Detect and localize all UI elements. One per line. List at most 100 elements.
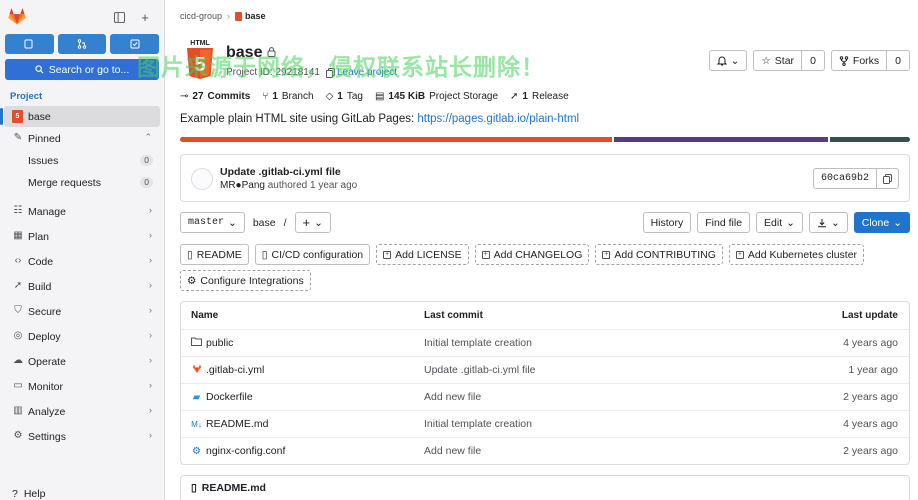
tag-label: Tag: [346, 91, 363, 102]
readme-panel-header: ▯ README.md: [180, 475, 910, 500]
forks-count[interactable]: 0: [887, 50, 910, 71]
file-name[interactable]: public: [206, 337, 233, 349]
add-license-shortcut[interactable]: + Add LICENSE: [376, 244, 469, 265]
search-button[interactable]: Search or go to...: [5, 59, 159, 80]
tag-stat[interactable]: ◇ 1 Tag: [326, 91, 363, 102]
file-name[interactable]: README.md: [206, 418, 268, 430]
language-bar-segment[interactable]: [830, 137, 910, 142]
shield-icon: ⛉: [14, 305, 22, 316]
copy-sha-button[interactable]: [877, 168, 899, 189]
storage-stat[interactable]: ▤ 145 KiB Project Storage: [375, 91, 498, 102]
repository-language-bar[interactable]: [180, 137, 910, 142]
cloud-icon: ☁: [13, 355, 23, 366]
leave-project-link[interactable]: Leave project: [337, 67, 397, 78]
plan-icon: ▦: [13, 230, 23, 241]
avatar[interactable]: [191, 168, 213, 190]
table-row[interactable]: .gitlab-ci.yml Update .gitlab-ci.yml fil…: [181, 356, 909, 383]
configure-integrations-shortcut[interactable]: ⚙ Configure Integrations: [180, 270, 311, 291]
branch-selector[interactable]: master ⌄: [180, 212, 245, 233]
add-changelog-shortcut[interactable]: + Add CHANGELOG: [474, 244, 590, 265]
language-bar-segment[interactable]: [180, 137, 612, 142]
todos-shortcut-button[interactable]: [110, 34, 160, 54]
star-button[interactable]: ☆ Star: [753, 50, 803, 71]
merge-requests-shortcut-button[interactable]: [57, 34, 107, 54]
project-id: Project ID: 29218141: [226, 67, 335, 78]
plus-square-icon: +: [735, 250, 744, 259]
breadcrumb-project-link[interactable]: base: [235, 11, 266, 21]
commit-author[interactable]: MR●Pang: [220, 180, 265, 191]
add-kubernetes-cluster-shortcut[interactable]: + Add Kubernetes cluster: [728, 244, 865, 265]
plus-square-icon: +: [383, 250, 392, 259]
commit-sha-button[interactable]: 60ca69b2: [812, 168, 877, 189]
sidebar-item-plan[interactable]: ▦ Plan ›: [4, 226, 160, 247]
add-contributing-shortcut[interactable]: + Add CONTRIBUTING: [595, 244, 723, 265]
add-to-tree-dropdown[interactable]: + ⌄: [294, 212, 331, 233]
sidebar-item-manage[interactable]: ☷ Manage ›: [4, 201, 160, 222]
create-new-icon[interactable]: +: [134, 6, 156, 28]
sidebar-item-project[interactable]: 5 base: [0, 106, 160, 127]
star-count[interactable]: 0: [802, 50, 825, 71]
table-row[interactable]: M↓ README.md Initial template creation 4…: [181, 410, 909, 437]
chevron-right-icon: ›: [149, 280, 152, 290]
copy-icon[interactable]: [325, 67, 335, 78]
issues-shortcut-button[interactable]: [5, 34, 54, 54]
file-last-commit[interactable]: Add new file: [424, 391, 759, 403]
file-last-commit[interactable]: Add new file: [424, 445, 759, 457]
file-name[interactable]: Dockerfile: [206, 391, 253, 403]
storage-label: Project Storage: [429, 91, 499, 102]
sidebar-item-analyze[interactable]: ▥ Analyze ›: [4, 401, 160, 422]
plus-square-icon: +: [481, 250, 490, 259]
edit-dropdown[interactable]: Edit ⌄: [756, 212, 803, 233]
sidebar-item-monitor[interactable]: ▭ Monitor ›: [4, 376, 160, 397]
commit-title[interactable]: Update .gitlab-ci.yml file: [220, 166, 341, 178]
chevron-right-icon: ›: [149, 305, 152, 315]
notifications-dropdown[interactable]: ⌄: [708, 50, 748, 71]
pages-link[interactable]: https://pages.gitlab.io/plain-html: [417, 113, 579, 125]
sidebar-item-build[interactable]: ➚ Build ›: [4, 276, 160, 297]
folder-icon: [191, 337, 202, 349]
find-file-button[interactable]: Find file: [697, 212, 751, 233]
readme-shortcut[interactable]: ▯ README: [180, 244, 249, 265]
clone-dropdown[interactable]: Clone ⌄: [853, 212, 910, 233]
toggle-sidebar-icon[interactable]: [108, 6, 130, 28]
sidebar-item-merge-requests[interactable]: Merge requests 0: [4, 172, 160, 193]
commits-stat[interactable]: ⊸ 27 Commits: [180, 91, 250, 102]
chevron-right-icon: ›: [149, 205, 152, 215]
ci-cd-configuration-shortcut[interactable]: ▯ CI/CD configuration: [254, 244, 371, 265]
history-button[interactable]: History: [642, 212, 692, 233]
path-separator: /: [283, 216, 287, 229]
shortcut-label: Add LICENSE: [395, 248, 462, 261]
sidebar-item-code[interactable]: ‹› Code ›: [4, 251, 160, 272]
download-dropdown[interactable]: ⌄: [808, 212, 848, 233]
sidebar-item-operate[interactable]: ☁ Operate ›: [4, 351, 160, 372]
breadcrumb-group-link[interactable]: cicd-group: [180, 11, 222, 21]
table-header: Name Last commit Last update: [181, 302, 909, 329]
branch-stat[interactable]: ⑂ 1 Branch: [262, 91, 313, 102]
sidebar-item-settings[interactable]: ⚙ Settings ›: [4, 426, 160, 447]
sidebar-item-deploy[interactable]: ◎ Deploy ›: [4, 326, 160, 347]
file-icon: ▯: [187, 248, 193, 261]
readme-title[interactable]: README.md: [202, 482, 266, 494]
table-row[interactable]: public Initial template creation 4 years…: [181, 329, 909, 356]
file-name[interactable]: .gitlab-ci.yml: [206, 364, 264, 376]
language-bar-segment[interactable]: [613, 137, 829, 142]
table-row[interactable]: ⚙ nginx-config.conf Add new file 2 years…: [181, 437, 909, 464]
project-shortcuts: ▯ README ▯ CI/CD configuration + Add LIC…: [180, 244, 910, 291]
issues-count-badge: 0: [140, 155, 153, 166]
file-name[interactable]: nginx-config.conf: [206, 445, 285, 457]
docker-icon: ▰: [192, 391, 201, 403]
file-last-commit[interactable]: Update .gitlab-ci.yml file: [424, 364, 759, 376]
sidebar-item-issues[interactable]: Issues 0: [4, 150, 160, 171]
gitlab-logo-icon[interactable]: [8, 8, 26, 26]
forks-button[interactable]: Forks: [830, 50, 888, 71]
table-row[interactable]: ▰ Dockerfile Add new file 2 years ago: [181, 383, 909, 410]
commit-sha-group: 60ca69b2: [812, 168, 899, 189]
breadcrumb-path-root[interactable]: base: [253, 217, 276, 229]
file-last-commit[interactable]: Initial template creation: [424, 337, 759, 349]
sidebar-item-secure[interactable]: ⛉ Secure ›: [4, 301, 160, 322]
release-stat[interactable]: ➚ 1 Release: [510, 91, 569, 102]
breadcrumb: cicd-group › base: [180, 11, 266, 21]
help-button[interactable]: ? Help: [12, 488, 45, 500]
sidebar-item-pinned[interactable]: ✎ Pinned ⌃: [4, 128, 160, 149]
file-last-commit[interactable]: Initial template creation: [424, 418, 759, 430]
